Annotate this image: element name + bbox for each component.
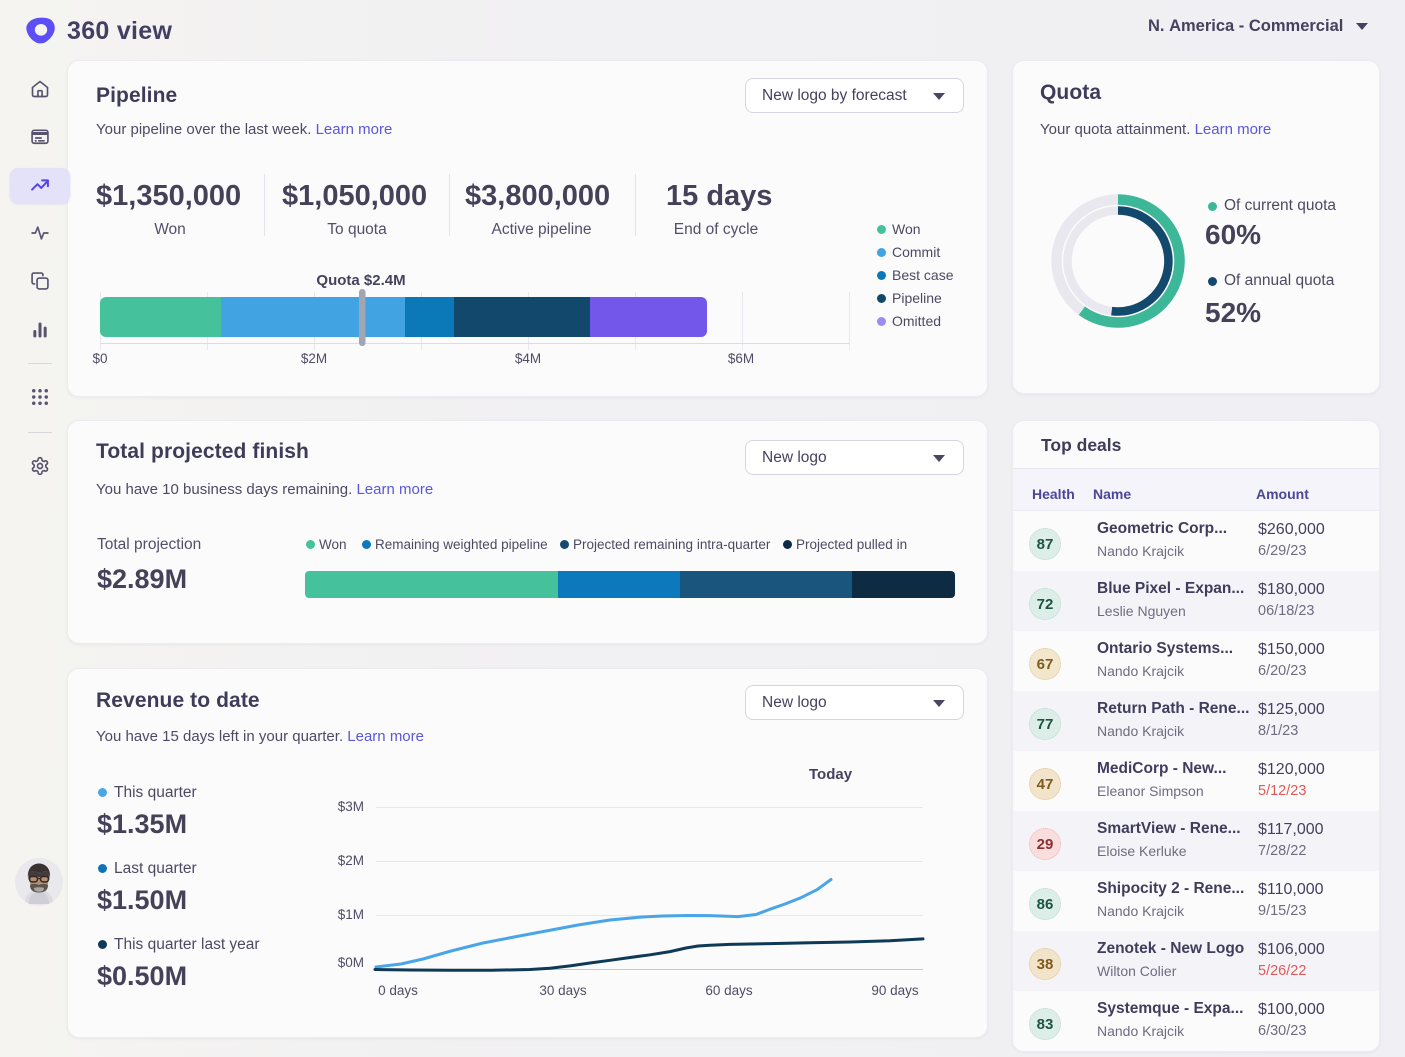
svg-text:$1M: $1M	[338, 907, 364, 922]
svg-text:90 days: 90 days	[871, 983, 919, 998]
svg-text:$2M: $2M	[301, 351, 327, 366]
svg-text:$0M: $0M	[338, 955, 364, 970]
svg-text:Quota $2.4M: Quota $2.4M	[316, 272, 405, 289]
svg-text:$4M: $4M	[515, 351, 541, 366]
svg-text:0 days: 0 days	[378, 983, 418, 998]
svg-text:$2M: $2M	[338, 853, 364, 868]
svg-text:$6M: $6M	[728, 351, 754, 366]
svg-text:$3M: $3M	[338, 799, 364, 814]
svg-text:$0: $0	[92, 351, 107, 366]
svg-text:60 days: 60 days	[705, 983, 753, 998]
svg-text:30 days: 30 days	[539, 983, 587, 998]
